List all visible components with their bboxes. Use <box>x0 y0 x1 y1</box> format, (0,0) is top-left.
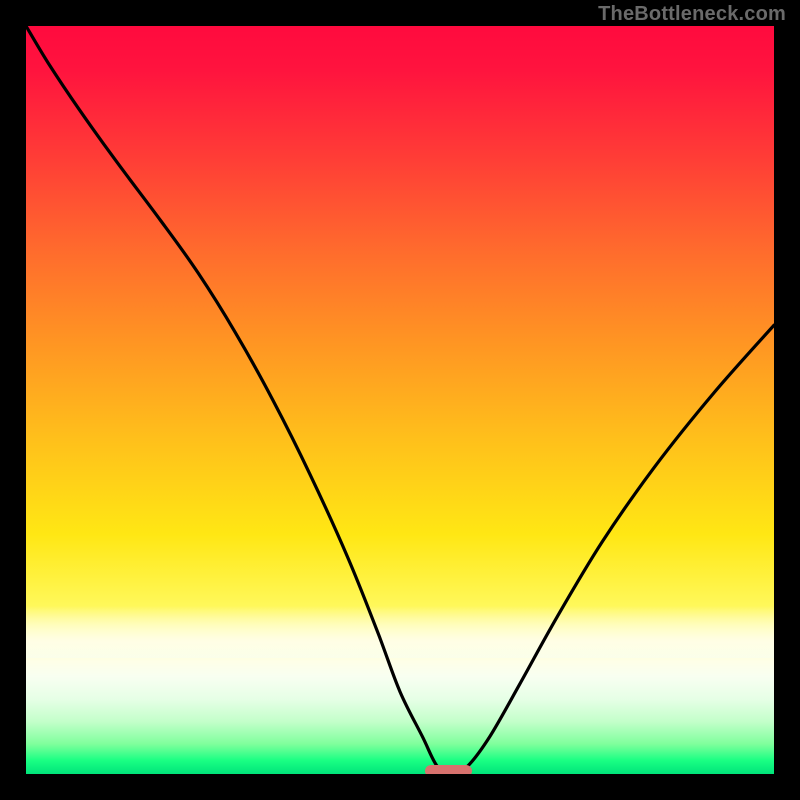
optimal-marker <box>425 765 471 774</box>
curve-path <box>26 26 774 774</box>
attribution-label: TheBottleneck.com <box>598 3 786 26</box>
bottleneck-curve <box>26 26 774 774</box>
chart-frame: TheBottleneck.com <box>0 0 800 800</box>
plot-area <box>26 26 774 774</box>
